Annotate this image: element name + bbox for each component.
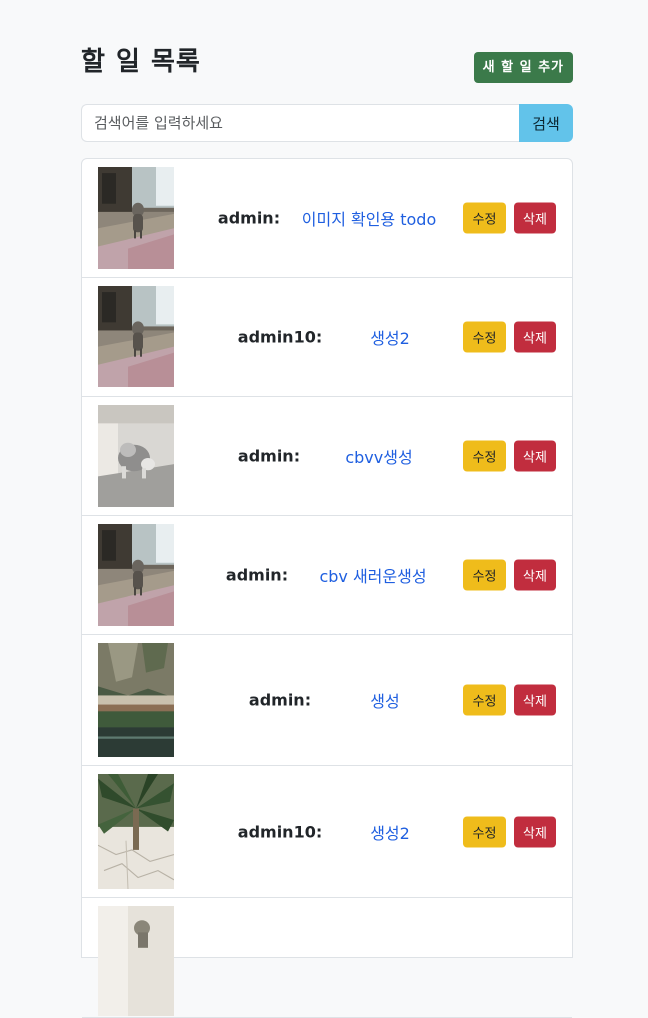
search-form: 검색 xyxy=(81,104,573,142)
edit-button[interactable]: 수정 xyxy=(463,816,506,847)
todo-image xyxy=(98,906,174,1016)
todo-title-link[interactable]: 생성2 xyxy=(370,820,410,844)
todo-title-link[interactable]: 생성 xyxy=(370,688,399,712)
delete-button[interactable]: 삭제 xyxy=(514,816,556,847)
todo-item xyxy=(82,898,572,1018)
todo-item: admin: cbv 새러운생성 수정 삭제 xyxy=(82,516,572,635)
edit-button[interactable]: 수정 xyxy=(463,559,506,591)
todo-author: admin: xyxy=(217,208,281,228)
todo-item: admin: cbvv생성 수정 삭제 xyxy=(82,397,572,516)
todo-item: admin10: 생성2 수정 삭제 xyxy=(82,278,572,397)
todo-title-link[interactable]: 이미지 확인용 todo xyxy=(302,206,437,230)
todo-author: admin10: xyxy=(237,327,323,347)
edit-button[interactable]: 수정 xyxy=(463,202,506,234)
todo-author: admin10: xyxy=(237,822,323,841)
todo-author: admin: xyxy=(225,565,289,585)
delete-button[interactable]: 삭제 xyxy=(514,321,556,353)
todo-image xyxy=(98,524,174,626)
add-todo-button[interactable]: 새 할 일 추가 xyxy=(473,52,573,83)
todo-image xyxy=(98,405,174,507)
delete-button[interactable]: 삭제 xyxy=(514,440,556,472)
todo-image xyxy=(98,643,174,757)
search-button[interactable]: 검색 xyxy=(519,104,573,142)
todo-image xyxy=(98,774,174,889)
delete-button[interactable]: 삭제 xyxy=(514,559,556,591)
todo-title-link[interactable]: cbvv생성 xyxy=(345,444,412,468)
todo-image xyxy=(98,167,174,269)
todo-list: admin: 이미지 확인용 todo 수정 삭제 admin10: 생성2 수정 삭제 xyxy=(81,158,573,1018)
edit-button[interactable]: 수정 xyxy=(463,440,506,472)
todo-item: admin10: 생성2 수정 삭제 xyxy=(82,766,572,898)
edit-button[interactable]: 수정 xyxy=(463,321,506,353)
todo-author: admin: xyxy=(248,690,312,710)
todo-item: admin: 이미지 확인용 todo 수정 삭제 xyxy=(82,159,572,278)
edit-button[interactable]: 수정 xyxy=(463,684,506,716)
delete-button[interactable]: 삭제 xyxy=(514,202,556,234)
search-input[interactable] xyxy=(81,104,519,142)
page-title: 할 일 목록 xyxy=(81,47,201,77)
todo-author: admin: xyxy=(237,446,301,466)
todo-title-link[interactable]: 생성2 xyxy=(370,325,410,349)
delete-button[interactable]: 삭제 xyxy=(514,684,556,716)
page-header: 할 일 목록 새 할 일 추가 xyxy=(81,44,573,84)
todo-image xyxy=(98,286,174,387)
todo-item: admin: 생성 수정 삭제 xyxy=(82,635,572,766)
todo-title-link[interactable]: cbv 새러운생성 xyxy=(319,563,426,587)
